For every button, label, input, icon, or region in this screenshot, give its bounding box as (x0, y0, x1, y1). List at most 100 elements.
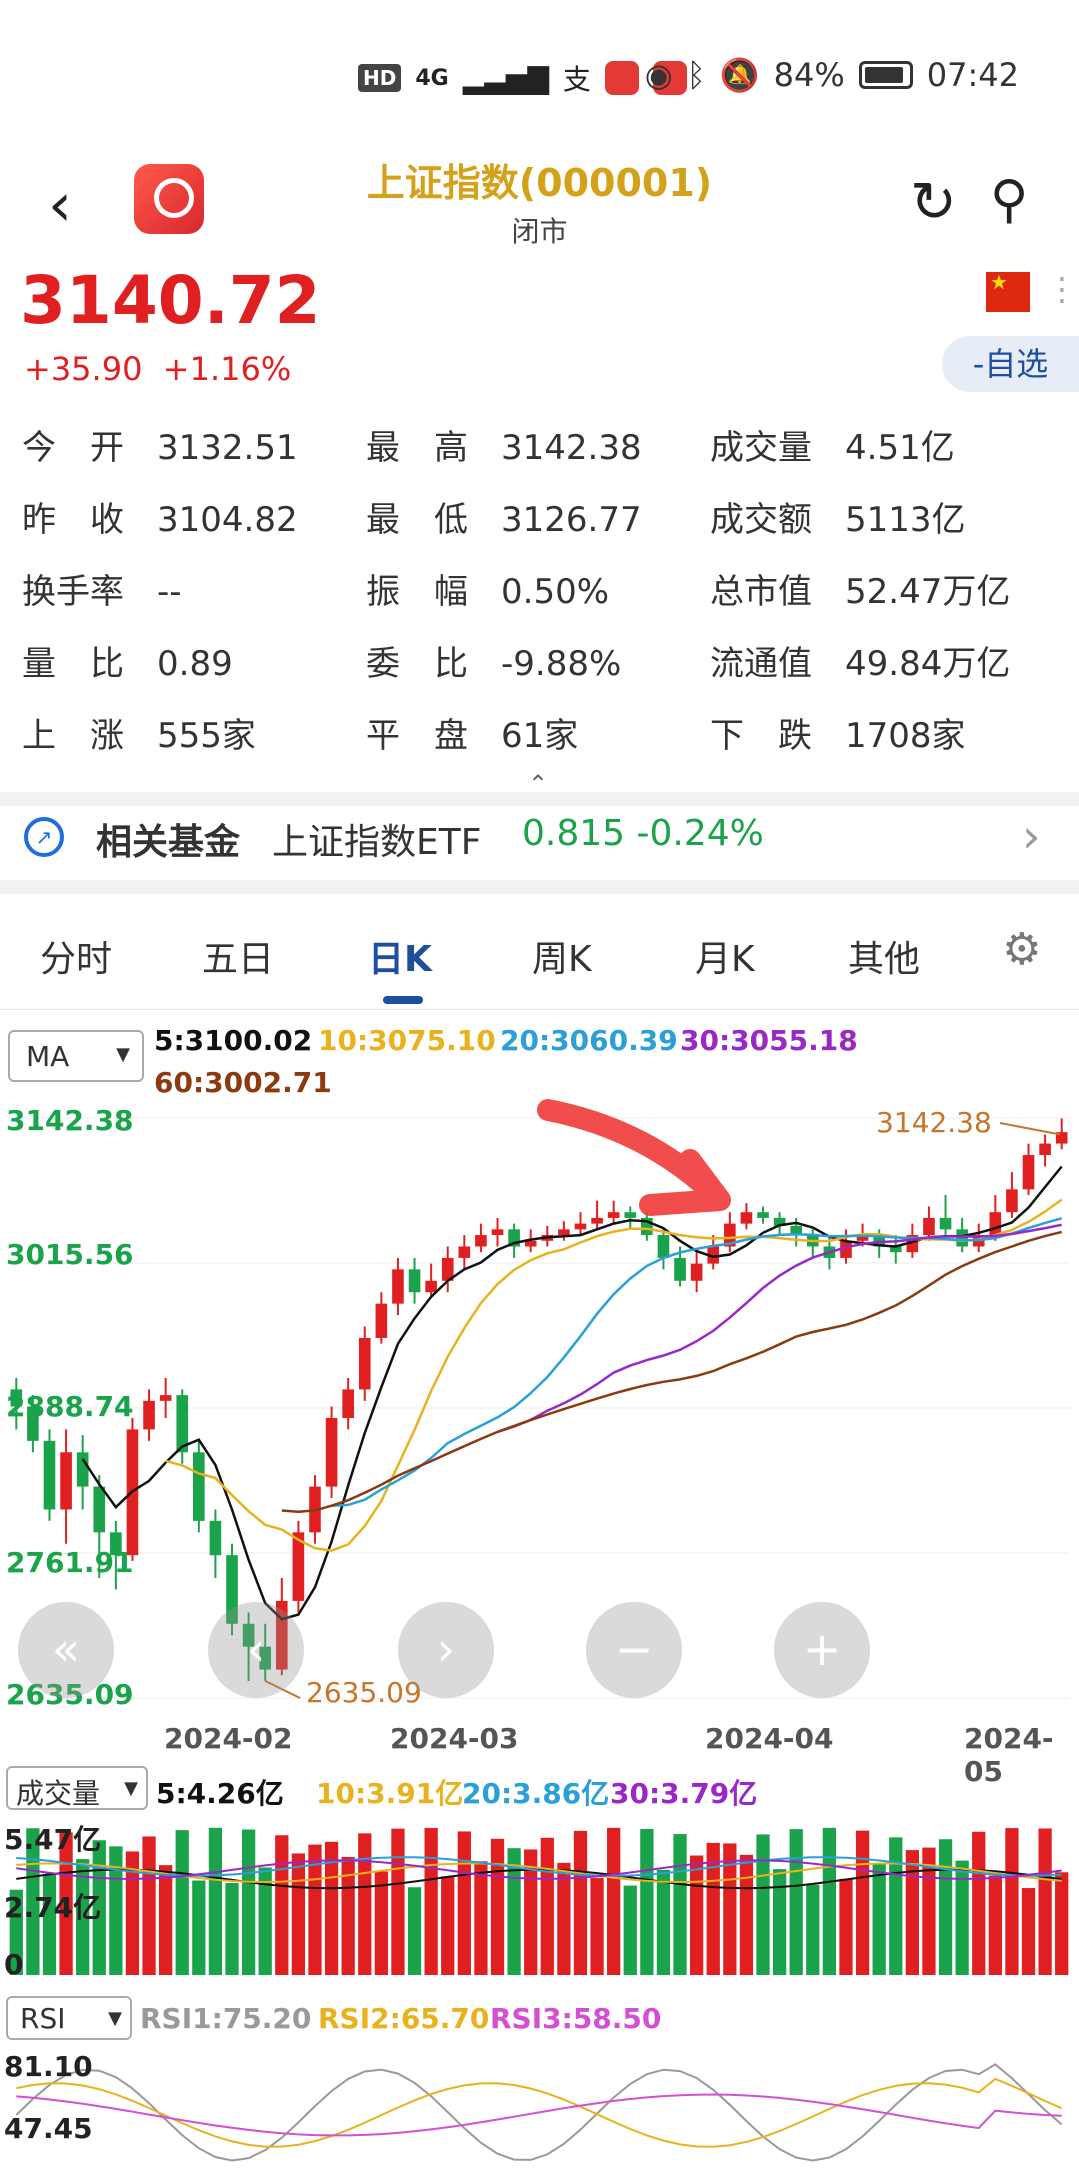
quote-value: 49.84万亿 (845, 644, 1011, 684)
more-icon[interactable]: ⋮ (1046, 270, 1078, 308)
active-tab-indicator (383, 996, 423, 1004)
volume-bar (391, 1828, 405, 1975)
volume-bar (358, 1833, 372, 1975)
quote-value: 0.89 (157, 644, 233, 684)
tab-daily-k[interactable]: 日K (368, 930, 432, 982)
red-arrow-annotation (537, 1099, 731, 1216)
volume-bar (540, 1837, 554, 1975)
volume-bar (673, 1834, 687, 1975)
candle (209, 1509, 222, 1579)
rsi-chart[interactable] (0, 2040, 1079, 2182)
vol-ma30: 30:3.79亿 (610, 1777, 758, 1810)
volume-bar (241, 1829, 256, 1975)
tab-other[interactable]: 其他 (848, 930, 920, 982)
ma-selector[interactable]: MA ▼ (8, 1030, 144, 1082)
x-label-feb: 2024-02 (164, 1722, 293, 1755)
tab-monthly-k[interactable]: 月K (695, 930, 755, 982)
chevron-right-icon[interactable]: › (1022, 809, 1040, 863)
ma10-line (165, 1198, 1063, 1552)
quote-value: -- (157, 572, 182, 612)
related-fund-bar[interactable]: ↗ 相关基金 上证指数ETF 0.815 -0.24% › (0, 805, 1079, 875)
quote-cell: 委 比 -9.88% (366, 636, 621, 685)
rsi-selector-label: RSI (20, 2002, 66, 2035)
y-label-top: 3142.38 (6, 1104, 134, 1137)
volume-chart[interactable] (0, 1810, 1079, 1980)
vol-ma5: 5:4.26亿 (156, 1777, 284, 1810)
candle (292, 1520, 305, 1613)
candle (342, 1377, 354, 1430)
volume-bar (955, 1860, 969, 1975)
volume-bar (142, 1836, 156, 1975)
quote-cell: 今 开 3132.51 (22, 420, 298, 469)
volume-bar (690, 1855, 704, 1975)
rsi-line (16, 2093, 1062, 2137)
quote-label: 总市值 (710, 572, 812, 612)
volume-bar (839, 1878, 853, 1975)
header: ‹ 上证指数(000001) 闭市 ↻ ⚲ (0, 140, 1079, 260)
kline-chart[interactable] (0, 1090, 1079, 1730)
quote-label: 成交量 (710, 428, 812, 468)
quote-label: 下 跌 (710, 716, 812, 756)
volume-bar (656, 1869, 671, 1975)
ma30-line (497, 1223, 1062, 1434)
volume-bar (756, 1834, 770, 1975)
gear-icon[interactable]: ⚙ (1002, 924, 1041, 975)
candle (43, 1429, 56, 1521)
candle (923, 1206, 935, 1241)
refresh-icon[interactable]: ↻ (910, 170, 957, 235)
signal-bars-icon: ▂▃▅▇ (462, 61, 549, 95)
volume-selector[interactable]: 成交量 ▼ (6, 1766, 148, 1810)
quote-cell: 下 跌 1708家 (710, 708, 966, 757)
quote-cell: 振 幅 0.50% (366, 564, 609, 613)
bluetooth-icon: ᛒ (686, 56, 706, 94)
tab-weekly-k[interactable]: 周K (532, 930, 592, 982)
search-icon[interactable]: ⚲ (990, 170, 1028, 230)
scroll-left-button[interactable]: ‹ (208, 1602, 304, 1698)
rsi2-value: RSI2:65.70 (318, 2002, 490, 2035)
quote-cell: 成交额 5113亿 (710, 492, 966, 541)
rsi-selector[interactable]: RSI ▼ (6, 1996, 132, 2040)
volume-bar (905, 1850, 919, 1975)
y-label-2: 3015.56 (6, 1238, 134, 1271)
candle (375, 1292, 388, 1344)
volume-bar (275, 1835, 289, 1975)
volume-bar (1055, 1872, 1069, 1975)
volume-bar (474, 1861, 488, 1975)
ma30-value: 30:3055.18 (680, 1024, 858, 1057)
volume-bar (374, 1871, 388, 1975)
volume-bar (822, 1827, 837, 1975)
tab-intraday[interactable]: 分时 (40, 930, 112, 982)
candle (690, 1252, 703, 1293)
quote-cell: 最 低 3126.77 (366, 492, 642, 541)
volume-bar (872, 1863, 886, 1975)
volume-bar (1021, 1888, 1036, 1975)
candle (740, 1203, 753, 1230)
change-amount: +35.90 (24, 350, 143, 388)
caret-down-icon: ▼ (124, 1778, 138, 1799)
quote-label: 平 盘 (366, 716, 468, 756)
volume-bar (192, 1880, 206, 1975)
volume-bar (772, 1869, 787, 1975)
candle (408, 1257, 421, 1304)
quote-cell: 量 比 0.89 (22, 636, 233, 685)
quote-label: 成交额 (710, 500, 812, 540)
quote-cell: 流通值 49.84万亿 (710, 636, 1010, 685)
fund-name: 上证指数ETF (272, 822, 482, 863)
volume-bar (739, 1854, 754, 1975)
quote-label: 今 开 (22, 428, 124, 468)
watchlist-button[interactable]: -自选 (942, 336, 1079, 392)
fund-trend-icon: ↗ (24, 817, 64, 857)
zoom-out-button[interactable]: − (586, 1602, 682, 1698)
zoom-in-button[interactable]: + (774, 1602, 870, 1698)
quote-value: 3126.77 (501, 500, 642, 540)
volume-bar (806, 1884, 820, 1975)
chart-tabs: 分时 五日 日K 周K 月K 其他 ⚙ (0, 900, 1079, 1010)
clock: 07:42 (926, 56, 1019, 94)
quote-value: 4.51亿 (845, 428, 955, 468)
scroll-far-left-button[interactable]: « (18, 1602, 114, 1698)
quote-row: 昨 收 3104.82 最 低 3126.77 成交额 5113亿 (0, 492, 1079, 564)
scroll-right-button[interactable]: › (398, 1602, 494, 1698)
tab-five-day[interactable]: 五日 (202, 930, 274, 982)
volume-bar (291, 1853, 306, 1975)
candle (591, 1200, 603, 1230)
